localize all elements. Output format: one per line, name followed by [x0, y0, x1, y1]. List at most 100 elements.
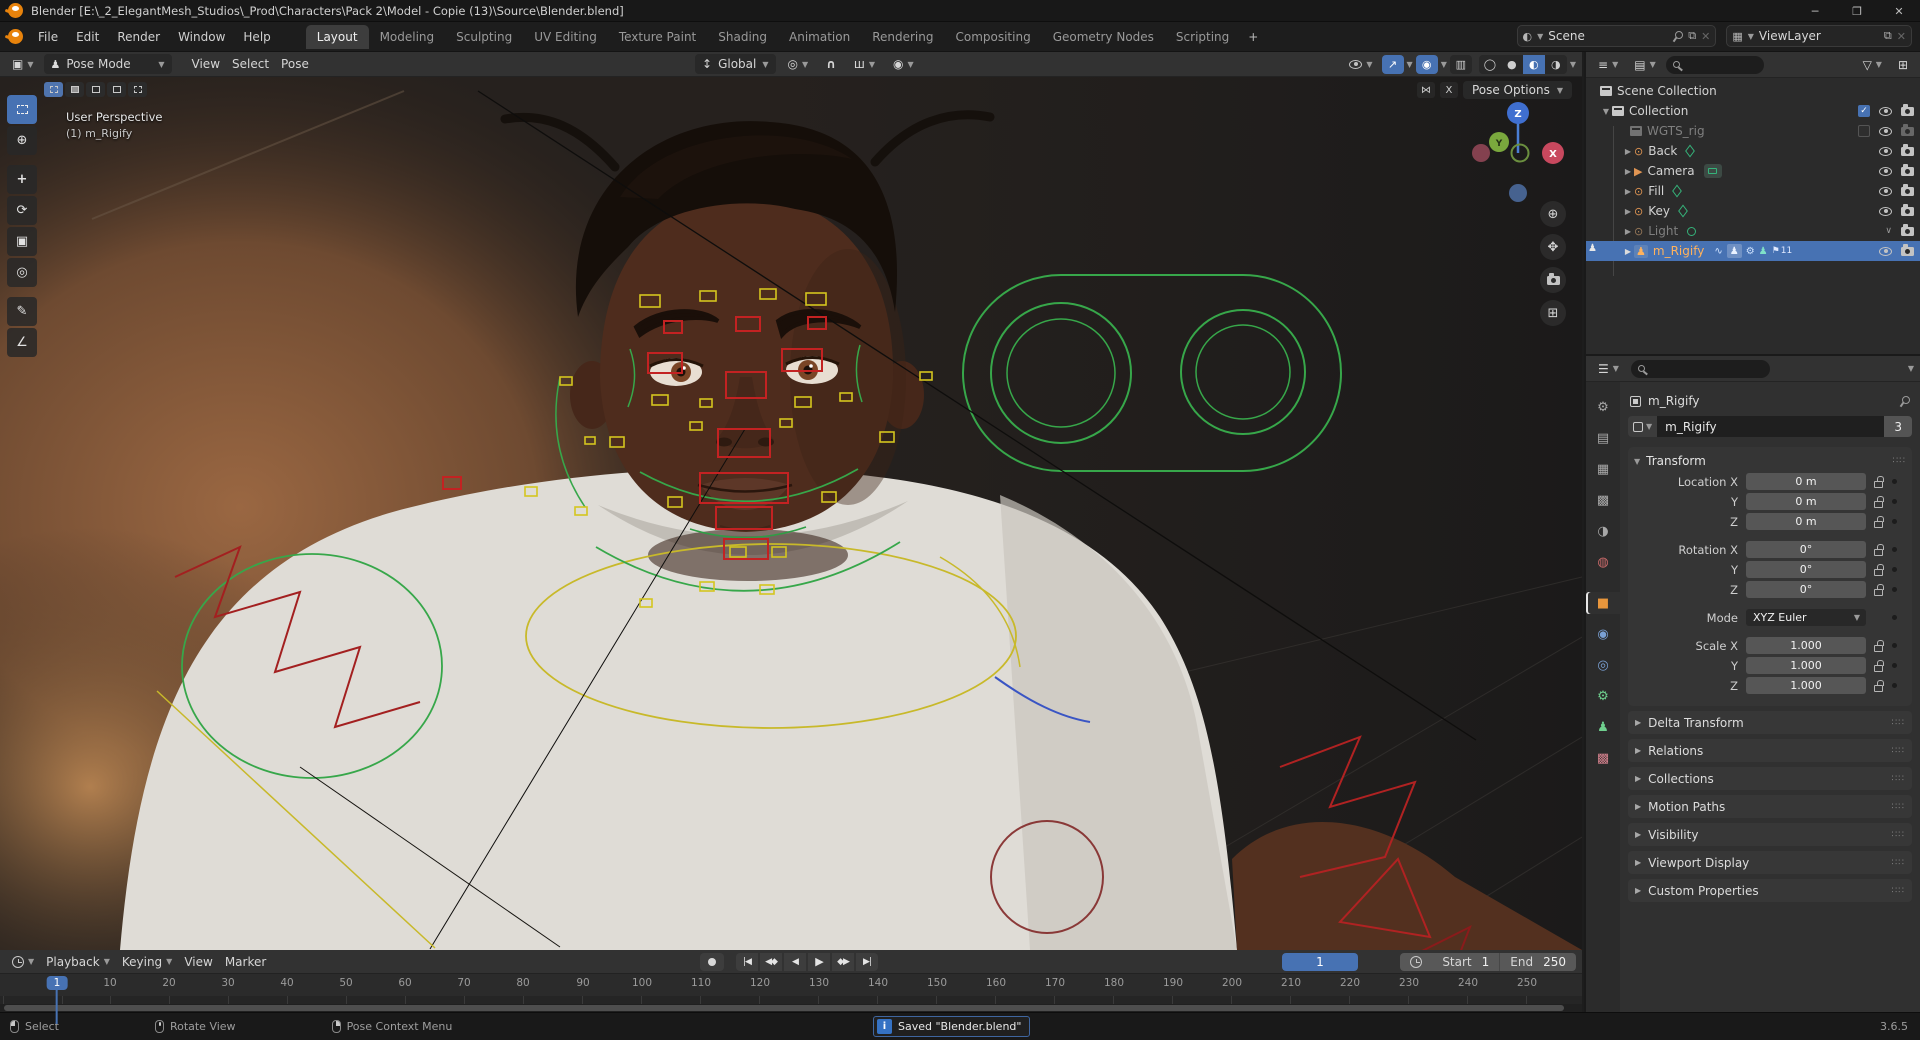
- pan-hand-icon[interactable]: ✥: [1540, 234, 1566, 260]
- hide-viewport-icon[interactable]: [1879, 126, 1892, 136]
- zoom-icon[interactable]: ⊕: [1540, 201, 1566, 227]
- report-message[interactable]: i Saved "Blender.blend": [873, 1016, 1031, 1037]
- animate-dot[interactable]: [1892, 615, 1897, 620]
- tab-object[interactable]: ■: [1586, 592, 1620, 614]
- disable-render-icon[interactable]: [1901, 123, 1914, 136]
- hide-viewport-icon[interactable]: [1879, 166, 1892, 176]
- row-scene-collection[interactable]: Scene Collection: [1586, 81, 1920, 101]
- tab-sculpting[interactable]: Sculpting: [445, 25, 523, 49]
- transform-panel-header[interactable]: ▼ Transform ∷∷: [1634, 451, 1906, 471]
- lock-icon[interactable]: [1874, 639, 1884, 652]
- scale-x-field[interactable]: 1.000: [1746, 637, 1866, 654]
- hide-viewport-icon[interactable]: [1879, 186, 1892, 196]
- expand-arrow-icon[interactable]: ▶: [1622, 227, 1634, 236]
- lock-icon[interactable]: [1874, 659, 1884, 672]
- snap-toggle[interactable]: ∩: [820, 55, 842, 73]
- lock-icon[interactable]: [1874, 543, 1884, 556]
- unlink-scene-icon[interactable]: ✕: [1701, 30, 1710, 43]
- rotation-mode-dropdown[interactable]: XYZ Euler ▼: [1746, 609, 1866, 626]
- row-wgts-rig[interactable]: WGTS_rig: [1586, 121, 1920, 141]
- tab-scripting[interactable]: Scripting: [1165, 25, 1240, 49]
- rotation-y-field[interactable]: 0°: [1746, 561, 1866, 578]
- row-key[interactable]: ▶ ⊙ Key: [1586, 201, 1920, 221]
- tab-view-layer[interactable]: ▩: [1590, 489, 1616, 511]
- maximize-button[interactable]: ❐: [1836, 0, 1878, 22]
- row-m-rigify[interactable]: ♟ ▶ ♟ m_Rigify ∿ ♟ ⚙ ♟ ⚑ 11: [1586, 241, 1920, 261]
- properties-options-icon[interactable]: ▼: [1908, 364, 1914, 373]
- properties-editor-selector[interactable]: ☰ ▼: [1592, 360, 1625, 378]
- timeline-editor-selector[interactable]: ▼: [6, 954, 40, 970]
- tab-rendering[interactable]: Rendering: [861, 25, 944, 49]
- rotation-z-field[interactable]: 0°: [1746, 581, 1866, 598]
- tab-world[interactable]: ◍: [1590, 551, 1616, 573]
- drag-grip-icon[interactable]: ∷∷: [1893, 456, 1906, 466]
- expand-arrow-icon[interactable]: ▶: [1622, 247, 1634, 256]
- timeline-scrollbar[interactable]: [0, 1004, 1582, 1012]
- pin-icon[interactable]: [1673, 31, 1684, 41]
- tab-scene[interactable]: ◑: [1590, 520, 1616, 542]
- transform-orientation-selector[interactable]: ↕ Global ▼: [695, 54, 776, 74]
- disable-render-icon[interactable]: [1901, 183, 1914, 196]
- section-delta-transform[interactable]: ▶ Delta Transform ∷∷: [1628, 711, 1912, 734]
- animate-dot[interactable]: [1892, 567, 1897, 572]
- section-visibility[interactable]: ▶ Visibility ∷∷: [1628, 823, 1912, 846]
- tool-select-box[interactable]: [7, 95, 37, 124]
- location-x-field[interactable]: 0 m: [1746, 473, 1866, 490]
- tool-transform[interactable]: ◎: [7, 258, 37, 287]
- menu-window[interactable]: Window: [169, 26, 234, 48]
- show-gizmo-toggle[interactable]: ↗: [1381, 54, 1404, 74]
- tab-output[interactable]: ▦: [1590, 458, 1616, 480]
- collection-checkbox[interactable]: [1858, 125, 1870, 137]
- proportional-editing[interactable]: ◉ ▼: [887, 55, 920, 73]
- play-button[interactable]: ▶: [808, 952, 830, 971]
- mode-selector[interactable]: ♟ Pose Mode ▼: [43, 54, 172, 74]
- lock-icon[interactable]: [1874, 475, 1884, 488]
- expand-arrow-icon[interactable]: ▼: [1600, 107, 1612, 116]
- animate-dot[interactable]: [1892, 547, 1897, 552]
- lock-icon[interactable]: [1874, 515, 1884, 528]
- new-collection-button[interactable]: ⊞: [1892, 56, 1914, 74]
- disable-render-icon[interactable]: [1901, 103, 1914, 116]
- row-camera[interactable]: ▶ ▶ Camera: [1586, 161, 1920, 181]
- tool-measure[interactable]: ∠: [7, 328, 37, 357]
- menu-marker[interactable]: Marker: [219, 953, 272, 971]
- hide-viewport-icon[interactable]: [1879, 246, 1892, 256]
- menu-keying[interactable]: Keying ▼: [116, 953, 178, 971]
- row-back[interactable]: ▶ ⊙ Back: [1586, 141, 1920, 161]
- select-mode-circle[interactable]: [86, 82, 105, 97]
- end-frame-field[interactable]: End 250: [1500, 953, 1576, 971]
- tab-layout[interactable]: Layout: [305, 24, 369, 49]
- section-relations[interactable]: ▶ Relations ∷∷: [1628, 739, 1912, 762]
- timeline-tick-strip[interactable]: [0, 996, 1582, 1004]
- disable-render-icon[interactable]: [1901, 143, 1914, 156]
- row-collection[interactable]: ▼ Collection ✓: [1586, 101, 1920, 121]
- current-frame-field[interactable]: 1: [1282, 952, 1358, 971]
- prev-keyframe-button[interactable]: ◀◆: [760, 952, 782, 971]
- select-mode-tweak[interactable]: [44, 82, 63, 97]
- animate-dot[interactable]: [1892, 499, 1897, 504]
- animate-dot[interactable]: [1892, 587, 1897, 592]
- properties-search-input[interactable]: [1630, 359, 1771, 378]
- rotation-x-field[interactable]: 0°: [1746, 541, 1866, 558]
- scene-selector[interactable]: ◐ ▼ Scene ⧉ ✕: [1516, 25, 1717, 47]
- playhead[interactable]: 1: [46, 976, 68, 990]
- start-frame-field[interactable]: Start 1: [1432, 953, 1499, 971]
- new-scene-icon[interactable]: ⧉: [1688, 29, 1696, 43]
- animate-dot[interactable]: [1892, 479, 1897, 484]
- tab-tool[interactable]: ⚙: [1590, 396, 1616, 418]
- lock-icon[interactable]: [1874, 679, 1884, 692]
- tool-cursor[interactable]: ⊕: [7, 126, 37, 155]
- select-mode-paint[interactable]: [128, 82, 147, 97]
- object-name-field[interactable]: m_Rigify: [1657, 416, 1885, 437]
- disable-render-icon[interactable]: [1901, 163, 1914, 176]
- tab-texture-paint[interactable]: Texture Paint: [608, 25, 707, 49]
- tab-physics[interactable]: ◎: [1590, 654, 1616, 676]
- tab-constraints[interactable]: ◉: [1590, 623, 1616, 645]
- snap-settings[interactable]: ш ▼: [848, 55, 881, 73]
- new-view-layer-icon[interactable]: ⧉: [1884, 29, 1892, 43]
- tab-render[interactable]: ▤: [1590, 427, 1616, 449]
- menu-edit[interactable]: Edit: [67, 26, 108, 48]
- tab-object-data[interactable]: ♟: [1590, 716, 1616, 738]
- scrollbar-thumb[interactable]: [4, 1005, 1564, 1011]
- outliner-filter[interactable]: ▽ ▼: [1857, 56, 1888, 74]
